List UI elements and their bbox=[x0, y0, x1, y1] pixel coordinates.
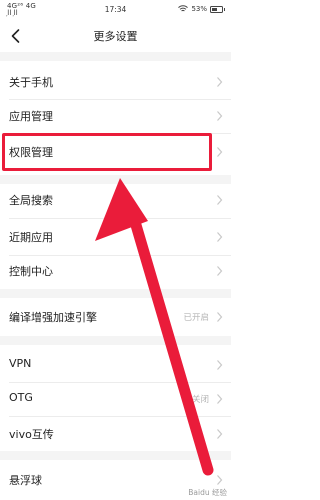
settings-item-label: vivo互传 bbox=[9, 428, 54, 441]
settings-item-label: 控制中心 bbox=[9, 265, 53, 278]
settings-item-value: 已关闭 bbox=[183, 395, 209, 405]
settings-item-vivo-share[interactable]: vivo互传 bbox=[0, 419, 231, 449]
section-gap bbox=[0, 289, 231, 298]
divider bbox=[9, 99, 231, 100]
annotation-highlight-box bbox=[2, 133, 212, 171]
settings-item-otg[interactable]: OTG 已关闭 bbox=[0, 384, 231, 414]
settings-item-compile-accel-engine[interactable]: 编译增强加速引擎 已开启 bbox=[0, 302, 231, 332]
chevron-right-icon bbox=[217, 312, 223, 322]
settings-item-label: 悬浮球 bbox=[9, 474, 42, 487]
status-bar: 4G²⁶ 4G ᷊ll ᷊ll 17:34 53% bbox=[0, 0, 231, 20]
status-right: 53% bbox=[178, 4, 225, 14]
chevron-right-icon bbox=[217, 195, 223, 205]
page-title: 更多设置 bbox=[93, 30, 138, 43]
chevron-right-icon bbox=[217, 77, 223, 87]
chevron-right-icon bbox=[217, 429, 223, 439]
wifi-icon bbox=[178, 5, 189, 12]
chevron-right-icon bbox=[217, 232, 223, 242]
chevron-right-icon bbox=[217, 147, 223, 157]
settings-item-label: 关于手机 bbox=[9, 76, 53, 89]
section-gap bbox=[0, 52, 231, 61]
settings-item-label: OTG bbox=[9, 391, 33, 404]
settings-item-app-management[interactable]: 应用管理 bbox=[0, 101, 231, 131]
nav-bar: 更多设置 bbox=[0, 20, 231, 52]
divider bbox=[9, 416, 231, 417]
settings-item-control-center[interactable]: 控制中心 bbox=[0, 256, 231, 286]
section-gap bbox=[0, 336, 231, 345]
chevron-right-icon bbox=[217, 111, 223, 121]
settings-item-value: 已开启 bbox=[183, 313, 209, 323]
section-gap bbox=[0, 451, 231, 460]
settings-item-about-phone[interactable]: 关于手机 bbox=[0, 67, 231, 97]
chevron-right-icon bbox=[217, 360, 223, 370]
settings-item-label: 编译增强加速引擎 bbox=[9, 311, 97, 324]
chevron-right-icon bbox=[217, 475, 223, 485]
watermark: Baidu 经验 bbox=[188, 488, 227, 497]
settings-item-label: 全局搜索 bbox=[9, 194, 53, 207]
settings-item-label: VPN bbox=[9, 357, 32, 370]
settings-item-vpn[interactable]: VPN bbox=[0, 350, 231, 380]
divider bbox=[9, 218, 231, 219]
chevron-right-icon bbox=[217, 394, 223, 404]
settings-item-label: 应用管理 bbox=[9, 110, 53, 123]
settings-item-recent-apps[interactable]: 近期应用 bbox=[0, 222, 231, 252]
battery-icon bbox=[210, 5, 225, 13]
divider bbox=[9, 382, 231, 383]
settings-item-global-search[interactable]: 全局搜索 bbox=[0, 185, 231, 215]
chevron-right-icon bbox=[217, 266, 223, 276]
settings-item-label: 近期应用 bbox=[9, 231, 53, 244]
section-gap bbox=[0, 175, 231, 184]
battery-percent: 53% bbox=[191, 5, 207, 13]
